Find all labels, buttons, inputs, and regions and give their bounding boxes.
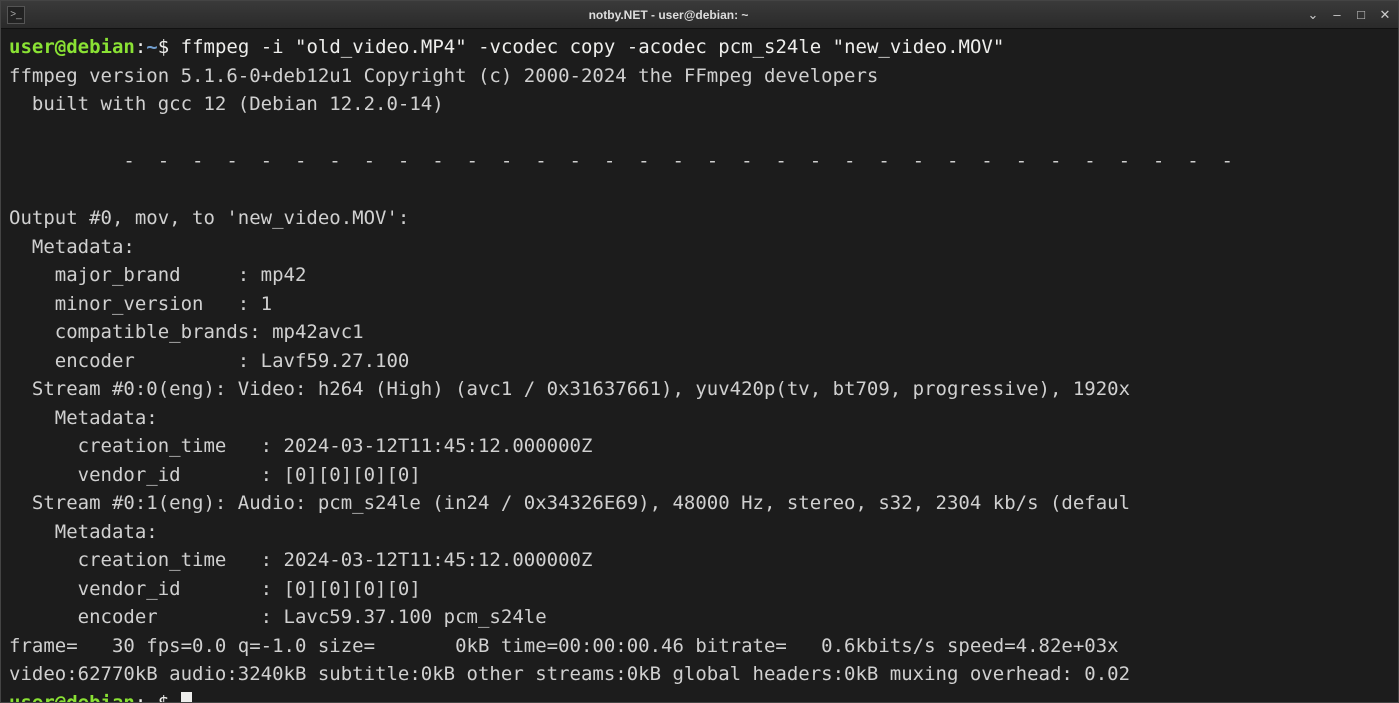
output-line: compatible_brands: mp42avc1	[9, 318, 1390, 347]
terminal-window: >_ notby.NET - user@debian: ~ ⌄ – □ ✕ us…	[0, 0, 1399, 703]
prompt-path: ~	[146, 692, 157, 703]
output-line: minor_version : 1	[9, 290, 1390, 319]
output-line: creation_time : 2024-03-12T11:45:12.0000…	[9, 432, 1390, 461]
output-line: major_brand : mp42	[9, 261, 1390, 290]
terminal-icon: >_	[7, 6, 25, 24]
terminal-body[interactable]: user@debian:~$ ffmpeg -i "old_video.MP4"…	[1, 29, 1398, 702]
output-line: Stream #0:0(eng): Video: h264 (High) (av…	[9, 375, 1390, 404]
prompt-dollar: $	[158, 692, 169, 703]
output-line: vendor_id : [0][0][0][0]	[9, 575, 1390, 604]
output-line: Metadata:	[9, 404, 1390, 433]
close-button[interactable]: ✕	[1378, 7, 1392, 23]
output-line: Metadata:	[9, 233, 1390, 262]
prompt-sep: :	[135, 36, 146, 58]
window-controls: ⌄ – □ ✕	[1306, 7, 1392, 23]
minimize-button[interactable]: –	[1330, 7, 1344, 23]
output-line: ffmpeg version 5.1.6-0+deb12u1 Copyright…	[9, 62, 1390, 91]
titlebar[interactable]: >_ notby.NET - user@debian: ~ ⌄ – □ ✕	[1, 1, 1398, 29]
output-line: encoder : Lavf59.27.100	[9, 347, 1390, 376]
output-line: vendor_id : [0][0][0][0]	[9, 461, 1390, 490]
prompt-dollar: $	[158, 36, 169, 58]
command-text: ffmpeg -i "old_video.MP4" -vcodec copy -…	[181, 36, 1005, 58]
window-title: notby.NET - user@debian: ~	[31, 8, 1306, 22]
prompt-user-host: user@debian	[9, 36, 135, 58]
prompt-user-host: user@debian	[9, 692, 135, 703]
output-line: Output #0, mov, to 'new_video.MOV':	[9, 204, 1390, 233]
prompt-sep: :	[135, 692, 146, 703]
output-line: - - - - - - - - - - - - - - - - - - - - …	[9, 147, 1390, 176]
output-line: encoder : Lavc59.37.100 pcm_s24le	[9, 603, 1390, 632]
output-line: built with gcc 12 (Debian 12.2.0-14)	[9, 90, 1390, 119]
maximize-button[interactable]: □	[1354, 7, 1368, 23]
output-line: frame= 30 fps=0.0 q=-1.0 size= 0kB time=…	[9, 632, 1390, 661]
dropdown-icon[interactable]: ⌄	[1306, 7, 1320, 23]
output-line: Stream #0:1(eng): Audio: pcm_s24le (in24…	[9, 489, 1390, 518]
cursor	[181, 692, 192, 703]
output-line: Metadata:	[9, 518, 1390, 547]
output-line: creation_time : 2024-03-12T11:45:12.0000…	[9, 546, 1390, 575]
prompt-path: ~	[146, 36, 157, 58]
output-line: video:62770kB audio:3240kB subtitle:0kB …	[9, 660, 1390, 689]
